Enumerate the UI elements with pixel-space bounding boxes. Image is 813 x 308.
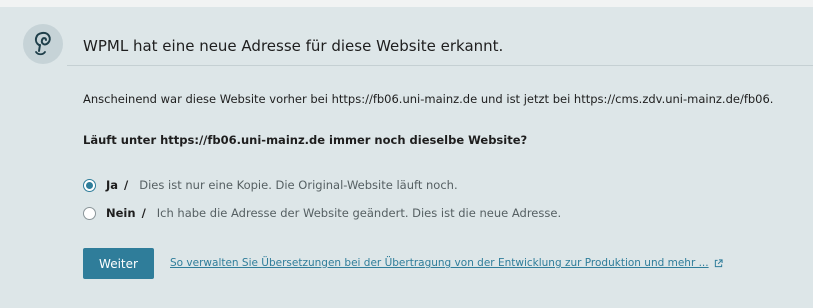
radio-dot <box>86 181 93 189</box>
notice-question: Läuft unter https://fb06.uni-mainz.de im… <box>83 133 528 147</box>
radio-no[interactable] <box>83 206 96 220</box>
external-link-icon[interactable] <box>714 258 723 268</box>
option-yes-description: Dies ist nur eine Kopie. Die Original-We… <box>139 178 458 192</box>
option-no[interactable]: Nein / Ich habe die Adresse der Website … <box>83 204 561 222</box>
header-divider <box>67 65 813 66</box>
help-link-text[interactable]: So verwalten Sie Übersetzungen bei der Ü… <box>170 257 709 269</box>
top-bar <box>0 0 813 7</box>
option-yes-label: Ja <box>106 178 119 192</box>
weiter-button[interactable]: Weiter <box>83 248 154 279</box>
notice-description: Anscheinend war diese Website vorher bei… <box>83 92 774 106</box>
option-no-description: Ich habe die Adresse der Website geänder… <box>156 206 562 220</box>
option-no-label: Nein <box>106 206 136 220</box>
radio-yes[interactable] <box>83 178 96 192</box>
option-no-separator: / <box>141 206 146 220</box>
option-yes[interactable]: Ja / Dies ist nur eine Kopie. Die Origin… <box>83 176 458 194</box>
notice-title: WPML hat eine neue Adresse für diese Web… <box>83 37 504 55</box>
wpml-logo-icon <box>23 24 63 64</box>
help-link[interactable]: So verwalten Sie Übersetzungen bei der Ü… <box>170 257 723 269</box>
option-yes-separator: / <box>124 178 129 192</box>
